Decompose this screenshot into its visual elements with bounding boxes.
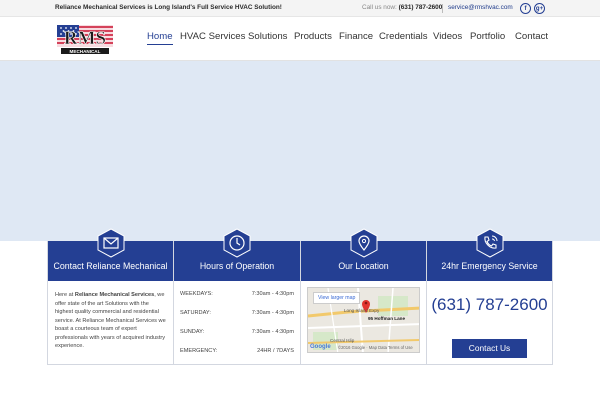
map-footer: ©2016 Google · Map Data Terms of Use [338,345,413,350]
tagline: Reliance Mechanical Services is Long Isl… [55,4,282,11]
contact-column-header: Contact Reliance Mechanical [48,228,173,281]
location-column-body: View larger map Long Island Expy 95 Hoff… [301,281,426,365]
contact-us-button[interactable]: Contact Us [452,339,527,358]
about-rest: , we offer state of the art Solutions wi… [55,292,166,349]
logo-subtext: MECHANICAL [70,49,101,54]
nav-videos[interactable]: Videos [433,31,462,42]
envelope-icon [97,228,124,258]
google-plus-glyph: g+ [535,6,544,12]
contact-column-body: Here at Reliance Mechanical Services, we… [48,281,173,365]
hours-time: 7:30am - 4:30pm [251,291,294,297]
road-label: Long Island Expy [344,308,380,313]
nav-portfolio[interactable]: Portfolio [470,31,505,42]
facebook-glyph: f [524,6,527,12]
nav-contact[interactable]: Contact [515,31,548,42]
about-company-name: Reliance Mechanical Services [74,292,155,298]
emergency-column-title: 24hr Emergency Service [441,261,538,271]
area-label: Central Islip [330,338,355,343]
google-logo: Google [310,344,331,350]
nav-finance[interactable]: Finance [339,31,373,42]
site-header: RMS MECHANICAL Home HVAC Services Soluti… [0,17,600,61]
about-text: Here at Reliance Mechanical Services, we… [55,291,168,351]
location-column-header: Our Location [301,228,426,281]
location-column-title: Our Location [338,261,389,271]
contact-column-title: Contact Reliance Mechanical [53,261,168,271]
facebook-icon[interactable]: f [520,3,531,14]
nav-credentials[interactable]: Credentials [379,31,428,42]
emergency-column-body: (631) 787-2600 Contact Us [427,281,552,365]
hours-day: SUNDAY: [180,329,205,335]
hours-time: 7:30am - 4:30pm [251,310,294,316]
nav-home[interactable]: Home [147,31,173,45]
nav-hvac-services[interactable]: HVAC Services [180,31,245,42]
topbar-phone-link[interactable]: (631) 787-2600 [399,4,443,11]
google-plus-icon[interactable]: g+ [534,3,545,14]
hero-banner [0,61,600,241]
top-bar: Reliance Mechanical Services is Long Isl… [0,0,600,17]
logo-text: RMS [64,28,106,49]
view-larger-map-link[interactable]: View larger map [313,292,361,304]
hours-time: 7:30am - 4:30pm [251,329,294,335]
hours-day: EMERGENCY: [180,348,218,354]
emergency-column: 24hr Emergency Service (631) 787-2600 Co… [427,228,553,365]
about-prefix: Here at [55,292,75,298]
hours-time: 24HR / 7DAYS [257,348,294,354]
hours-column-title: Hours of Operation [199,261,275,271]
hours-column-header: Hours of Operation [174,228,300,281]
email-link[interactable]: service@rmshvac.com [448,4,513,11]
location-column: Our Location View larger map Long Island… [301,228,427,365]
hours-column-body: WEEKDAYS: 7:30am - 4:30pm SATURDAY: 7:30am… [174,281,300,365]
call-us-text: Call us now: (631) 787-2600 [362,4,442,11]
emergency-column-header: 24hr Emergency Service [427,228,552,281]
contact-column: Contact Reliance Mechanical Here at Reli… [47,228,174,365]
address-pin-label: 95 Hoffman Lane [368,316,406,321]
hours-day: SATURDAY: [180,310,211,316]
clock-icon [223,228,251,258]
hours-day: WEEKDAYS: [180,291,213,297]
nav-solutions[interactable]: Solutions [248,31,287,42]
map-pin-icon [350,228,377,258]
google-map[interactable]: View larger map Long Island Expy 95 Hoff… [307,287,420,353]
nav-products[interactable]: Products [294,31,332,42]
divider [442,4,443,13]
emergency-phone[interactable]: (631) 787-2600 [427,295,552,315]
rms-logo[interactable]: RMS MECHANICAL [55,22,115,56]
hours-column: Hours of Operation WEEKDAYS: 7:30am - 4:3… [174,228,301,365]
phone-icon [476,228,503,258]
call-us-prefix: Call us now: [362,4,397,11]
